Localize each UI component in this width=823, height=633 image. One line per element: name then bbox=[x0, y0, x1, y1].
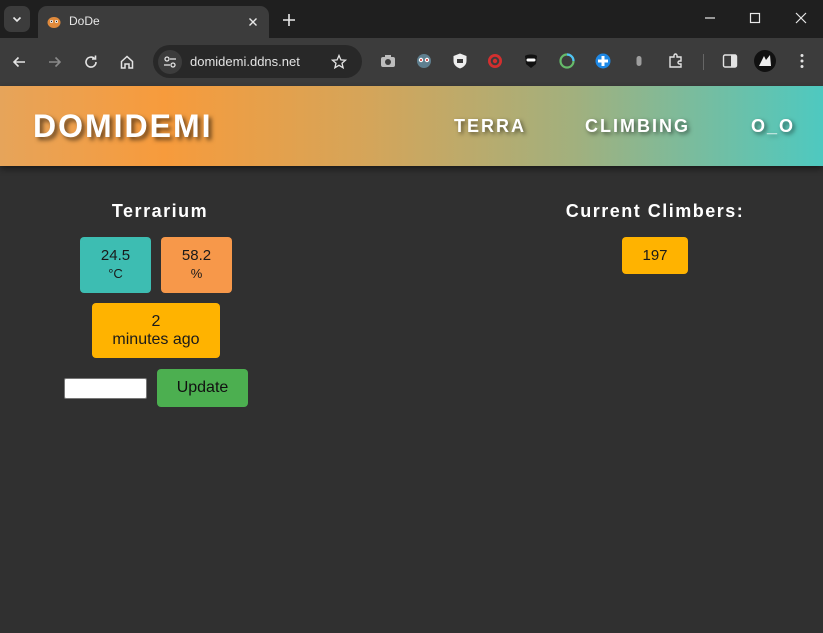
extension-button-5[interactable] bbox=[557, 51, 577, 71]
more-vert-icon bbox=[800, 54, 804, 68]
last-updated-tile: 2 minutes ago bbox=[92, 303, 220, 358]
temperature-unit: °C bbox=[108, 266, 123, 281]
shield-icon bbox=[453, 53, 467, 69]
browser-toolbar: domidemi.ddns.net bbox=[0, 38, 823, 86]
reload-button[interactable] bbox=[79, 50, 103, 74]
tab-close-button[interactable] bbox=[244, 13, 262, 31]
target-icon bbox=[488, 54, 502, 68]
puzzle-icon bbox=[669, 53, 682, 68]
extension-button-2[interactable] bbox=[450, 51, 470, 71]
profile-avatar-icon bbox=[759, 55, 771, 66]
nav-link-terra[interactable]: TERRA bbox=[454, 116, 526, 137]
camera-icon bbox=[381, 55, 395, 67]
extension-button-1[interactable] bbox=[414, 51, 434, 71]
mouse-icon bbox=[636, 56, 642, 66]
close-icon bbox=[795, 12, 807, 24]
plus-icon bbox=[283, 14, 295, 26]
site-logo[interactable]: DOMIDEMI bbox=[33, 108, 213, 145]
humidity-unit: % bbox=[190, 266, 203, 281]
address-bar[interactable]: domidemi.ddns.net bbox=[153, 45, 362, 78]
camera-extension-button[interactable] bbox=[378, 51, 398, 71]
arrow-left-icon bbox=[12, 56, 25, 68]
extension-button-7[interactable] bbox=[629, 51, 649, 71]
close-window-button[interactable] bbox=[786, 6, 816, 30]
mask-face-icon bbox=[417, 54, 431, 68]
toolbar-separator bbox=[703, 54, 704, 70]
humidity-tile: 58.2 % bbox=[161, 237, 232, 293]
last-updated-value: 2 bbox=[151, 313, 161, 330]
site-favicon-icon bbox=[47, 17, 61, 28]
ring-icon bbox=[559, 53, 575, 69]
tune-icon bbox=[164, 56, 176, 68]
temperature-tile: 24.5 °C bbox=[80, 237, 151, 293]
close-icon bbox=[249, 18, 257, 26]
humidity-value: 58.2 bbox=[181, 247, 212, 264]
extension-button-4[interactable] bbox=[521, 51, 541, 71]
home-button[interactable] bbox=[115, 50, 139, 74]
extension-button-6[interactable] bbox=[593, 51, 613, 71]
site-info-button[interactable] bbox=[158, 50, 182, 74]
last-updated-unit: minutes ago bbox=[112, 331, 200, 348]
extension-button-3[interactable] bbox=[485, 51, 505, 71]
side-panel-button[interactable] bbox=[720, 51, 740, 71]
minimize-icon bbox=[705, 17, 715, 19]
browser-tab[interactable]: DoDe bbox=[38, 6, 269, 38]
new-tab-button[interactable] bbox=[278, 9, 300, 31]
bookmark-button[interactable] bbox=[328, 51, 350, 73]
ninja-icon bbox=[525, 54, 537, 68]
update-input[interactable] bbox=[64, 378, 147, 399]
terrarium-title: Terrarium bbox=[111, 201, 209, 221]
back-button[interactable] bbox=[7, 50, 31, 74]
url-text[interactable]: domidemi.ddns.net bbox=[190, 54, 300, 69]
browser-tabstrip: DoDe bbox=[0, 0, 823, 38]
maximize-button[interactable] bbox=[740, 6, 770, 30]
nav-link-climbing[interactable]: CLIMBING bbox=[585, 116, 690, 137]
dpad-icon bbox=[595, 53, 611, 69]
climbers-count: 197 bbox=[642, 247, 668, 264]
arrow-right-icon bbox=[49, 56, 62, 68]
star-icon bbox=[331, 54, 347, 70]
reload-icon bbox=[85, 55, 97, 68]
tab-title: DoDe bbox=[69, 14, 100, 28]
minimize-button[interactable] bbox=[695, 6, 725, 30]
maximize-icon bbox=[749, 12, 761, 24]
forward-button[interactable] bbox=[43, 50, 67, 74]
climbers-title: Current Climbers: bbox=[565, 201, 745, 221]
nav-link-o-o[interactable]: O_O bbox=[751, 116, 795, 137]
extensions-menu-button[interactable] bbox=[666, 51, 686, 71]
site-header: DOMIDEMI TERRA CLIMBING O_O bbox=[0, 86, 823, 166]
climbers-count-tile: 197 bbox=[622, 237, 688, 274]
browser-menu-button[interactable] bbox=[792, 51, 812, 71]
home-icon bbox=[120, 55, 134, 69]
tab-search-button[interactable] bbox=[4, 6, 30, 32]
profile-avatar[interactable] bbox=[754, 50, 776, 72]
temperature-value: 24.5 bbox=[100, 247, 131, 264]
update-button[interactable]: Update bbox=[157, 369, 248, 407]
chevron-down-icon bbox=[12, 16, 22, 23]
side-panel-icon bbox=[722, 54, 738, 68]
